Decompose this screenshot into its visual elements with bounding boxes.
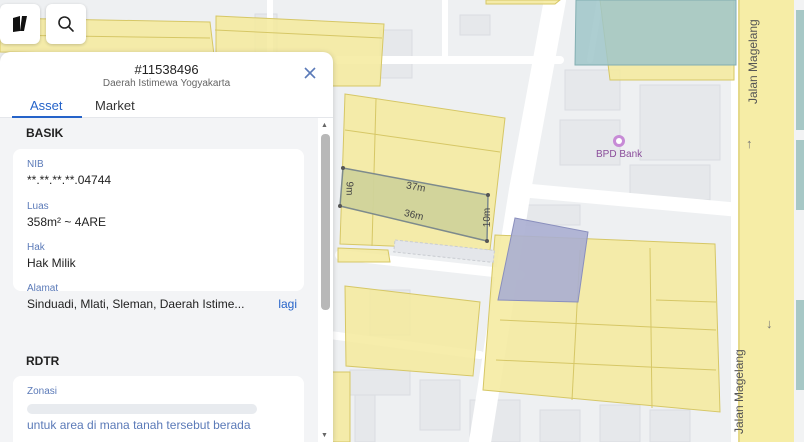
field-label-zonasi: Zonasi (27, 386, 58, 397)
road-label-bottom: Jalan Magelang (732, 349, 746, 434)
field-value-nib: **.**.**.**.04744 (27, 173, 112, 187)
field-value-alamat-row: Sinduadi, Mlati, Sleman, Daerah Istime..… (27, 297, 297, 311)
scroll-down-icon[interactable]: ▼ (321, 432, 328, 439)
field-label-hak: Hak (27, 242, 45, 253)
section-title-rdtr: RDTR (26, 354, 60, 368)
tab-asset[interactable]: Asset (30, 98, 63, 113)
field-value-alamat: Sinduadi, Mlati, Sleman, Daerah Istime..… (27, 297, 245, 311)
bank-icon[interactable] (613, 135, 625, 147)
measure-left: 9m (343, 181, 355, 196)
close-icon[interactable] (303, 66, 317, 80)
rdtr-card: Zonasi untuk area di mana tanah tersebut… (13, 376, 304, 442)
brand-logo-button[interactable] (0, 4, 40, 44)
poi-label[interactable]: BPD Bank (596, 149, 642, 160)
parcel-info-panel: #11538496 Daerah Istimewa Yogyakarta Ass… (0, 52, 333, 442)
zonasi-loading-placeholder (27, 404, 257, 414)
field-value-luas: 358m² ~ 4ARE (27, 215, 107, 229)
brand-logo-icon (13, 16, 27, 32)
search-icon (58, 16, 74, 32)
tab-market[interactable]: Market (95, 98, 135, 113)
panel-scroll-area[interactable]: BASIK NIB **.**.**.**.04744 Luas 358m² ~… (0, 118, 318, 442)
scroll-thumb[interactable] (321, 134, 330, 310)
field-luas: Luas 358m² ~ 4ARE (27, 201, 106, 229)
field-nib: NIB **.**.**.**.04744 (27, 159, 111, 187)
parcel-region: Daerah Istimewa Yogyakarta (102, 78, 231, 89)
basik-card: NIB **.**.**.**.04744 Luas 358m² ~ 4ARE … (13, 149, 304, 311)
field-value-hak: Hak Milik (27, 256, 76, 270)
field-label-alamat: Alamat (27, 283, 59, 294)
panel-scrollbar[interactable]: ▲ ▼ (318, 118, 333, 442)
panel-header: #11538496 Daerah Istimewa Yogyakarta (0, 52, 333, 94)
road-label-top: Jalan Magelang (746, 19, 760, 104)
scroll-up-icon[interactable]: ▲ (321, 122, 328, 129)
field-hak: Hak Hak Milik (27, 242, 76, 270)
field-alamat: Alamat Sinduadi, Mlati, Sleman, Daerah I… (27, 283, 297, 311)
zonasi-description: untuk area di mana tanah tersebut berada (27, 418, 251, 432)
road-direction-down-icon: ↓ (766, 316, 773, 331)
parcel-id: #11538496 (134, 62, 199, 77)
field-label-luas: Luas (27, 201, 49, 212)
alamat-more-link[interactable]: lagi (278, 297, 297, 311)
road-direction-up-icon: ↑ (746, 136, 753, 151)
field-label-nib: NIB (27, 159, 44, 170)
panel-tabs: Asset Market (0, 94, 333, 118)
measure-right: 10m (482, 207, 494, 228)
section-title-basik: BASIK (26, 126, 64, 140)
search-button[interactable] (46, 4, 86, 44)
